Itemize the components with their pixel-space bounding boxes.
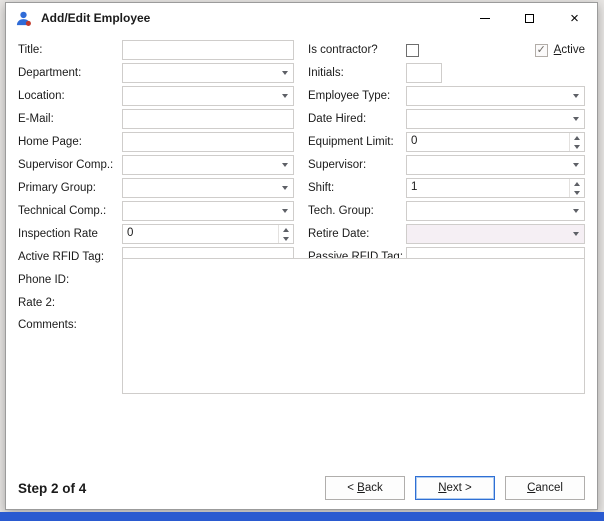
back-button[interactable]: < Back bbox=[325, 476, 405, 500]
supervisor-label: Supervisor: bbox=[298, 159, 402, 171]
window-controls: × bbox=[462, 3, 597, 33]
phone-id-label: Phone ID: bbox=[18, 274, 118, 286]
spin-down-button[interactable] bbox=[570, 188, 584, 197]
supervisor-comp-label: Supervisor Comp.: bbox=[18, 159, 118, 171]
dropdown-arrow-icon bbox=[276, 179, 293, 197]
rate-2-label: Rate 2: bbox=[18, 297, 118, 309]
maximize-button[interactable] bbox=[507, 3, 552, 33]
spin-down-button[interactable] bbox=[279, 234, 293, 243]
home-page-field[interactable] bbox=[122, 132, 294, 152]
minimize-button[interactable] bbox=[462, 3, 507, 33]
window-title: Add/Edit Employee bbox=[41, 11, 150, 25]
spin-up-button[interactable] bbox=[279, 225, 293, 234]
contractor-active-cell: ✓ Active bbox=[406, 44, 585, 57]
spin-down-icon bbox=[283, 237, 289, 241]
dropdown-arrow-icon bbox=[567, 225, 584, 243]
employee-person-icon bbox=[15, 10, 32, 27]
is-contractor-checkbox[interactable] bbox=[406, 44, 419, 57]
dropdown-arrow-icon bbox=[276, 156, 293, 174]
minimize-icon bbox=[480, 18, 490, 19]
spin-down-button[interactable] bbox=[570, 142, 584, 151]
active-checkbox[interactable]: ✓ bbox=[535, 44, 548, 57]
supervisor-combo[interactable] bbox=[406, 155, 585, 175]
location-label: Location: bbox=[18, 90, 118, 102]
email-field[interactable] bbox=[122, 109, 294, 129]
active-label: Active bbox=[554, 44, 585, 56]
title-field[interactable] bbox=[122, 40, 294, 60]
active-checkbox-group: ✓ Active bbox=[535, 44, 585, 57]
shift-spinner[interactable]: 1 bbox=[406, 178, 585, 198]
is-contractor-label: Is contractor? bbox=[298, 44, 402, 56]
primary-group-label: Primary Group: bbox=[18, 182, 118, 194]
technical-comp-label: Technical Comp.: bbox=[18, 205, 118, 217]
retire-date-combo[interactable] bbox=[406, 224, 585, 244]
spin-up-icon bbox=[574, 182, 580, 186]
step-indicator: Step 2 of 4 bbox=[18, 481, 86, 496]
background-status-strip bbox=[0, 512, 604, 521]
date-hired-label: Date Hired: bbox=[298, 113, 402, 125]
comments-field[interactable] bbox=[122, 258, 585, 394]
dropdown-arrow-icon bbox=[567, 156, 584, 174]
cancel-button[interactable]: Cancel bbox=[505, 476, 585, 500]
spin-up-button[interactable] bbox=[570, 179, 584, 188]
tech-group-label: Tech. Group: bbox=[298, 205, 402, 217]
spin-up-button[interactable] bbox=[570, 133, 584, 142]
equipment-limit-spinner[interactable]: 0 bbox=[406, 132, 585, 152]
title-bar: Add/Edit Employee × bbox=[6, 3, 597, 33]
employee-type-label: Employee Type: bbox=[298, 90, 402, 102]
spin-down-icon bbox=[574, 145, 580, 149]
dropdown-arrow-icon bbox=[276, 202, 293, 220]
dropdown-arrow-icon bbox=[567, 202, 584, 220]
retire-date-label: Retire Date: bbox=[298, 228, 402, 240]
dropdown-arrow-icon bbox=[276, 64, 293, 82]
date-hired-combo[interactable] bbox=[406, 109, 585, 129]
dialog-footer: Step 2 of 4 < Back Next > Cancel bbox=[6, 476, 597, 509]
equipment-limit-label: Equipment Limit: bbox=[298, 136, 402, 148]
initials-field[interactable] bbox=[406, 63, 442, 83]
primary-group-combo[interactable] bbox=[122, 178, 294, 198]
location-combo[interactable] bbox=[122, 86, 294, 106]
maximize-icon bbox=[525, 14, 534, 23]
add-edit-employee-dialog: Add/Edit Employee × Title: Is contractor… bbox=[5, 2, 598, 510]
inspection-rate-label: Inspection Rate bbox=[18, 228, 118, 240]
initials-cell bbox=[406, 63, 585, 83]
spin-up-icon bbox=[283, 228, 289, 232]
check-icon: ✓ bbox=[537, 44, 546, 57]
technical-comp-combo[interactable] bbox=[122, 201, 294, 221]
email-label: E-Mail: bbox=[18, 113, 118, 125]
home-page-label: Home Page: bbox=[18, 136, 118, 148]
department-label: Department: bbox=[18, 67, 118, 79]
inspection-rate-spinner[interactable]: 0 bbox=[122, 224, 294, 244]
spin-up-icon bbox=[574, 136, 580, 140]
dropdown-arrow-icon bbox=[276, 87, 293, 105]
next-button[interactable]: Next > bbox=[415, 476, 495, 500]
employee-form: Title: Is contractor? ✓ Active Departmen… bbox=[6, 33, 597, 336]
close-icon: × bbox=[570, 11, 579, 26]
comments-label: Comments: bbox=[18, 316, 118, 331]
active-rfid-tag-label: Active RFID Tag: bbox=[18, 251, 118, 263]
footer-buttons: < Back Next > Cancel bbox=[325, 476, 585, 500]
employee-type-combo[interactable] bbox=[406, 86, 585, 106]
shift-label: Shift: bbox=[298, 182, 402, 194]
dropdown-arrow-icon bbox=[567, 110, 584, 128]
department-combo[interactable] bbox=[122, 63, 294, 83]
supervisor-comp-combo[interactable] bbox=[122, 155, 294, 175]
dropdown-arrow-icon bbox=[567, 87, 584, 105]
initials-label: Initials: bbox=[298, 67, 402, 79]
close-button[interactable]: × bbox=[552, 3, 597, 33]
tech-group-combo[interactable] bbox=[406, 201, 585, 221]
title-label: Title: bbox=[18, 44, 118, 56]
spin-down-icon bbox=[574, 191, 580, 195]
